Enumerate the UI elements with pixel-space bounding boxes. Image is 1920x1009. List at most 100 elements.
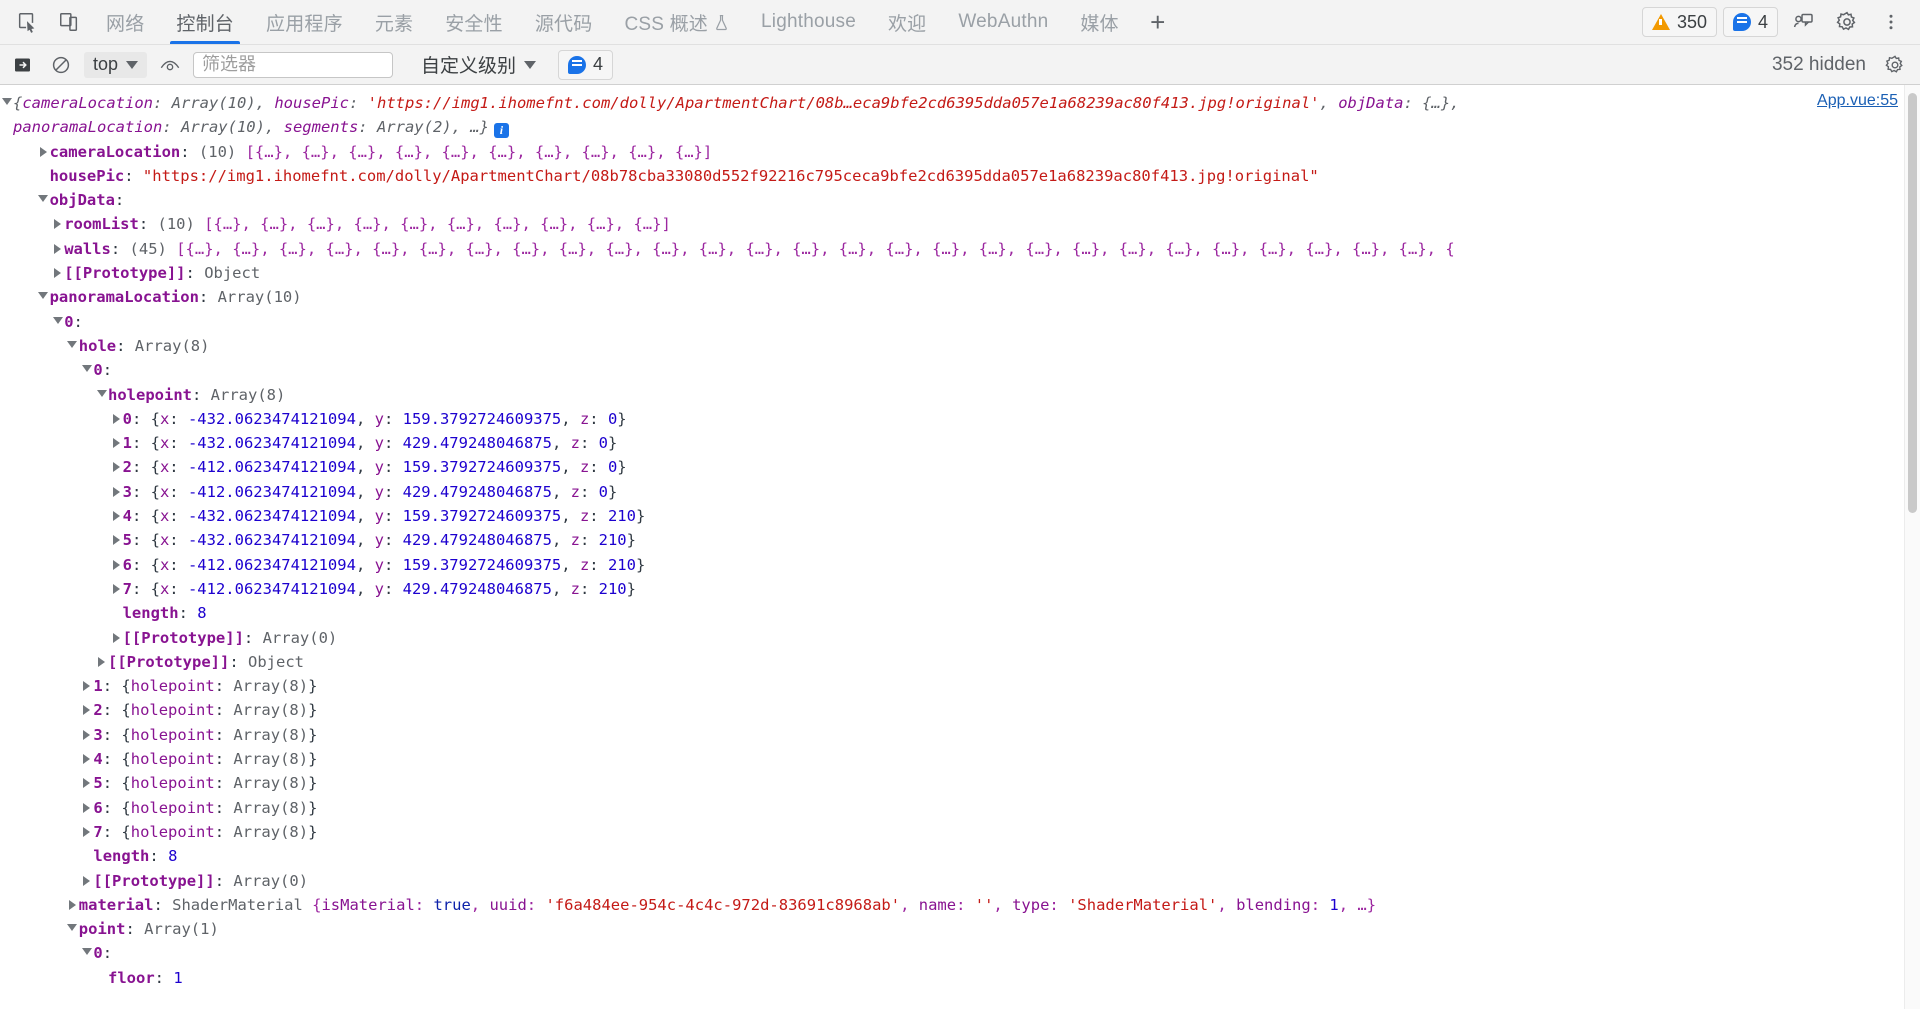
tree-row-hole-6[interactable]: 6: {holepoint: Array(8)}	[0, 796, 1920, 820]
expand-toggle-icon[interactable]	[37, 188, 50, 203]
tree-row-housePic[interactable]: housePic: "https://img1.ihomefnt.com/dol…	[0, 164, 1920, 188]
tab-console[interactable]: 控制台	[160, 0, 250, 44]
tree-row-holepoint-7[interactable]: 7: {x: -412.0623474121094, y: 429.479248…	[0, 577, 1920, 601]
expand-toggle-icon[interactable]	[0, 91, 13, 105]
tree-row-holepoint-6[interactable]: 6: {x: -412.0623474121094, y: 159.379272…	[0, 553, 1920, 577]
expand-toggle-icon[interactable]	[110, 431, 123, 449]
expand-toggle-icon[interactable]	[51, 261, 64, 279]
tree-row-panoramaLocation[interactable]: panoramaLocation: Array(10)	[0, 285, 1920, 309]
issues-icon[interactable]	[1784, 3, 1822, 41]
tree-row-objdata-prototype[interactable]: [[Prototype]]: Object	[0, 261, 1920, 285]
add-panel-button[interactable]: +	[1135, 0, 1181, 44]
expand-toggle-icon[interactable]	[37, 140, 50, 157]
tree-row-hole-3[interactable]: 3: {holepoint: Array(8)}	[0, 723, 1920, 747]
filterbar-info-badge[interactable]: 4	[558, 49, 614, 80]
expand-toggle-icon[interactable]	[66, 893, 79, 910]
console-message-root[interactable]: {cameraLocation: Array(10), housePic: 'h…	[0, 91, 1920, 140]
expand-toggle-icon[interactable]	[80, 747, 93, 765]
source-location-link[interactable]: App.vue:55	[1817, 89, 1898, 113]
tree-row-roomList[interactable]: roomList: (10) [{…}, {…}, {…}, {…}, {…},…	[0, 212, 1920, 236]
tree-row-hole0-prototype[interactable]: [[Prototype]]: Object	[0, 650, 1920, 674]
tree-row-holepoint-1[interactable]: 1: {x: -432.0623474121094, y: 429.479248…	[0, 431, 1920, 455]
expand-toggle-icon[interactable]	[110, 553, 123, 570]
expand-toggle-icon[interactable]	[110, 626, 123, 643]
more-options-icon[interactable]	[1872, 3, 1910, 41]
tree-row-content: 6: {holepoint: Array(8)}	[93, 798, 318, 817]
tree-row-holepoint-0[interactable]: 0: {x: -432.0623474121094, y: 159.379272…	[0, 407, 1920, 431]
expand-toggle-icon[interactable]	[95, 383, 108, 397]
expand-toggle-icon[interactable]	[80, 723, 93, 740]
tree-row-holepoint-length[interactable]: length: 8	[0, 601, 1920, 625]
log-level-selector[interactable]: 自定义级别	[415, 52, 542, 78]
tab-css-overview[interactable]: CSS 概述	[608, 0, 745, 44]
expand-toggle-icon[interactable]	[37, 285, 50, 300]
tree-row-holepoint-5[interactable]: 5: {x: -432.0623474121094, y: 429.479248…	[0, 528, 1920, 552]
tree-row-hole-7[interactable]: 7: {holepoint: Array(8)}	[0, 820, 1920, 844]
tree-row-objData[interactable]: objData:	[0, 188, 1920, 212]
expand-toggle-icon[interactable]	[80, 941, 93, 956]
tab-sources[interactable]: 源代码	[519, 0, 609, 44]
tree-row-hole-0[interactable]: 0:	[0, 358, 1920, 382]
tree-row-holepoint-3[interactable]: 3: {x: -412.0623474121094, y: 429.479248…	[0, 480, 1920, 504]
clear-console-icon[interactable]	[46, 51, 76, 79]
expand-toggle-icon[interactable]	[110, 480, 123, 497]
console-filter-input[interactable]	[193, 51, 394, 78]
expand-toggle-icon[interactable]	[80, 869, 93, 886]
tab-application[interactable]: 应用程序	[250, 0, 359, 44]
expand-toggle-icon[interactable]	[51, 237, 64, 254]
expand-toggle-icon[interactable]	[110, 455, 123, 473]
tree-row-cameraLocation[interactable]: cameraLocation: (10) [{…}, {…}, {…}, {…}…	[0, 140, 1920, 164]
inspect-element-icon[interactable]	[6, 0, 48, 44]
expand-toggle-icon[interactable]	[80, 796, 93, 813]
info-details-badge[interactable]: i	[493, 122, 509, 138]
scrollbar-thumb[interactable]	[1908, 93, 1917, 513]
live-expression-eye-icon[interactable]	[155, 51, 185, 79]
tree-row-material[interactable]: material: ShaderMaterial {isMaterial: tr…	[0, 893, 1920, 917]
expand-toggle-icon[interactable]	[80, 674, 93, 692]
expand-toggle-icon[interactable]	[51, 310, 64, 324]
expand-toggle-icon[interactable]	[51, 212, 64, 230]
expand-toggle-icon[interactable]	[66, 917, 79, 932]
tree-row-holepoint[interactable]: holepoint: Array(8)	[0, 383, 1920, 407]
settings-gear-icon[interactable]	[1828, 3, 1866, 41]
tree-row-point[interactable]: point: Array(1)	[0, 917, 1920, 941]
execution-context-selector[interactable]: top	[84, 51, 148, 78]
tree-row-holepoint-2[interactable]: 2: {x: -412.0623474121094, y: 159.379272…	[0, 455, 1920, 479]
tree-row-panorama-0[interactable]: 0:	[0, 310, 1920, 334]
tree-row-hole-1[interactable]: 1: {holepoint: Array(8)}	[0, 674, 1920, 698]
tab-welcome[interactable]: 欢迎	[872, 0, 942, 44]
warning-count-badge[interactable]: 350	[1641, 7, 1717, 37]
info-count-badge[interactable]: 4	[1722, 7, 1778, 37]
expand-toggle-icon[interactable]	[80, 771, 93, 789]
tab-elements[interactable]: 元素	[359, 0, 429, 44]
tab-network[interactable]: 网络	[90, 0, 160, 44]
expand-toggle-icon[interactable]	[110, 504, 123, 522]
console-sidebar-toggle-icon[interactable]	[8, 51, 38, 79]
expand-toggle-icon[interactable]	[110, 407, 123, 424]
tab-media[interactable]: 媒体	[1064, 0, 1134, 44]
expand-toggle-icon[interactable]	[95, 650, 108, 667]
expand-toggle-icon[interactable]	[66, 334, 79, 348]
tree-row-hole-length[interactable]: length: 8	[0, 844, 1920, 868]
tree-row-hole-2[interactable]: 2: {holepoint: Array(8)}	[0, 698, 1920, 722]
tree-row-hole-prototype[interactable]: [[Prototype]]: Array(0)	[0, 869, 1920, 893]
tree-row-holepoint-4[interactable]: 4: {x: -432.0623474121094, y: 159.379272…	[0, 504, 1920, 528]
tree-row-hole-4[interactable]: 4: {holepoint: Array(8)}	[0, 747, 1920, 771]
tree-row-holepoint-prototype[interactable]: [[Prototype]]: Array(0)	[0, 626, 1920, 650]
tree-row-hole[interactable]: hole: Array(8)	[0, 334, 1920, 358]
expand-toggle-icon[interactable]	[80, 820, 93, 837]
expand-toggle-icon[interactable]	[80, 358, 93, 373]
tab-lighthouse[interactable]: Lighthouse	[745, 0, 872, 44]
device-toolbar-icon[interactable]	[48, 0, 90, 44]
tree-row-walls[interactable]: walls: (45) [{…}, {…}, {…}, {…}, {…}, {……	[0, 237, 1920, 261]
expand-toggle-icon[interactable]	[80, 698, 93, 716]
vertical-scrollbar[interactable]	[1904, 85, 1920, 1009]
tree-row-point-0[interactable]: 0:	[0, 941, 1920, 965]
tab-webauthn[interactable]: WebAuthn	[942, 0, 1064, 44]
tree-row-floor[interactable]: floor: 1	[0, 966, 1920, 990]
expand-toggle-icon[interactable]	[110, 577, 123, 594]
tab-security[interactable]: 安全性	[429, 0, 519, 44]
console-settings-gear-icon[interactable]	[1880, 51, 1910, 79]
tree-row-hole-5[interactable]: 5: {holepoint: Array(8)}	[0, 771, 1920, 795]
expand-toggle-icon[interactable]	[110, 528, 123, 546]
